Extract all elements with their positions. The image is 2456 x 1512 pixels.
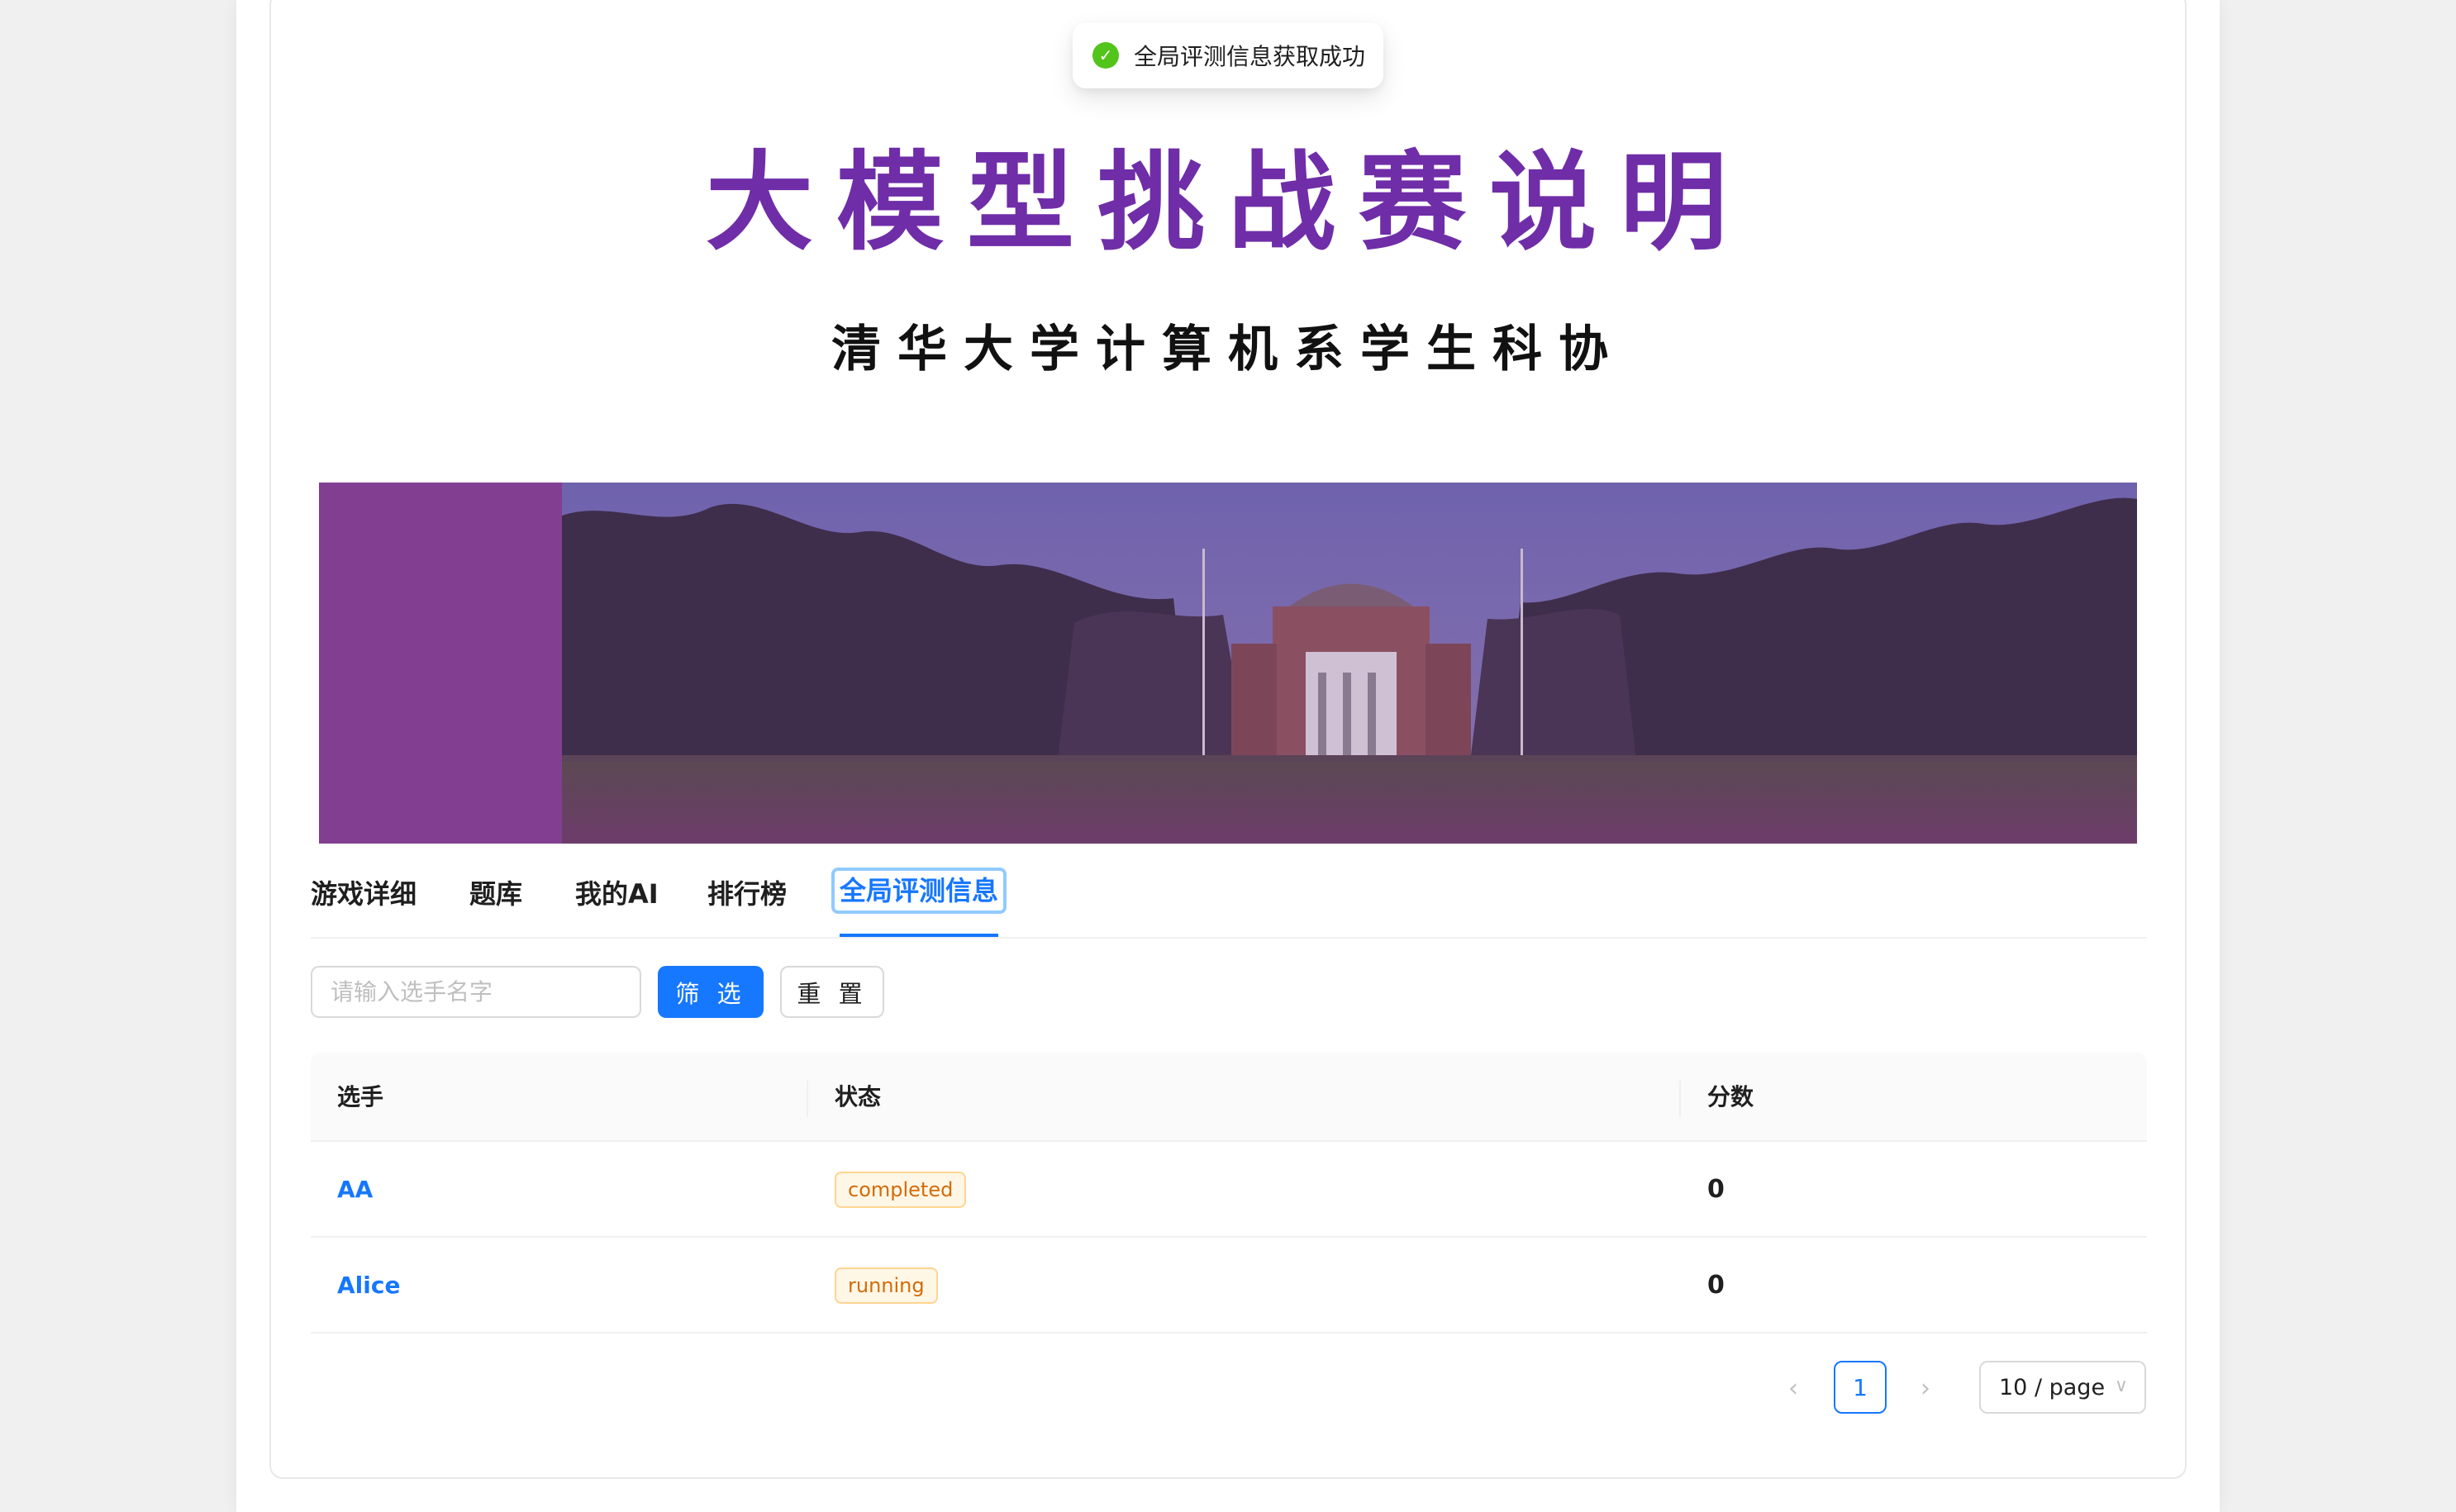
status-badge: running [835, 1267, 938, 1304]
tab-game-details[interactable]: 游戏详细 [311, 877, 416, 911]
filter-button[interactable]: 筛 选 [658, 966, 764, 1018]
table-row: Alice running 0 [311, 1238, 2147, 1334]
campus-photo [562, 483, 2137, 844]
chevron-left-icon: ‹ [1788, 1373, 1798, 1403]
tab-active-indicator [840, 934, 998, 937]
chevron-down-icon: ∨ [2114, 1376, 2128, 1396]
campus-banner-image [319, 483, 2137, 844]
tab-my-ai[interactable]: 我的AI [575, 877, 659, 911]
page-size-select[interactable]: 10 / page ∨ [1979, 1361, 2146, 1414]
table-header: 选手 状态 分数 [311, 1053, 2147, 1142]
column-header-status: 状态 [835, 1083, 882, 1110]
check-circle-icon: ✓ [1092, 42, 1119, 69]
evaluation-table: 选手 状态 分数 AA completed 0 Alice running 0 [311, 1053, 2147, 1334]
page-subtitle: 清华大学计算机系学生科协 [831, 321, 1625, 378]
column-divider [807, 1081, 808, 1117]
score-value: 0 [1707, 1271, 1725, 1300]
column-header-score: 分数 [1707, 1083, 1754, 1110]
next-page-button[interactable]: › [1909, 1363, 1942, 1413]
tab-leaderboard[interactable]: 排行榜 [707, 877, 787, 911]
page-size-value: 10 / page [1999, 1374, 2106, 1400]
column-divider [1679, 1081, 1681, 1117]
tab-question-bank[interactable]: 题库 [469, 877, 522, 911]
tab-global-evaluation[interactable]: 全局评测信息 [831, 868, 1007, 914]
page-title: 大模型挑战赛说明 [705, 139, 1750, 265]
toast-message: 全局评测信息获取成功 [1134, 43, 1366, 70]
score-value: 0 [1707, 1175, 1725, 1204]
player-name-search-input[interactable] [311, 966, 641, 1018]
player-name-link[interactable]: AA [337, 1173, 373, 1206]
success-toast: ✓ 全局评测信息获取成功 [1073, 22, 1383, 88]
player-name-link[interactable]: Alice [337, 1269, 400, 1302]
tab-bar: 游戏详细 题库 我的AI 排行榜 全局评测信息 [311, 859, 2147, 939]
chevron-right-icon: › [1921, 1373, 1930, 1403]
banner-side-panel [319, 483, 562, 844]
reset-button[interactable]: 重 置 [780, 966, 884, 1018]
prev-page-button[interactable]: ‹ [1777, 1363, 1810, 1413]
table-row: AA completed 0 [311, 1142, 2147, 1238]
status-badge: completed [835, 1172, 967, 1208]
column-header-player: 选手 [337, 1083, 384, 1110]
page-number-button[interactable]: 1 [1834, 1361, 1887, 1414]
